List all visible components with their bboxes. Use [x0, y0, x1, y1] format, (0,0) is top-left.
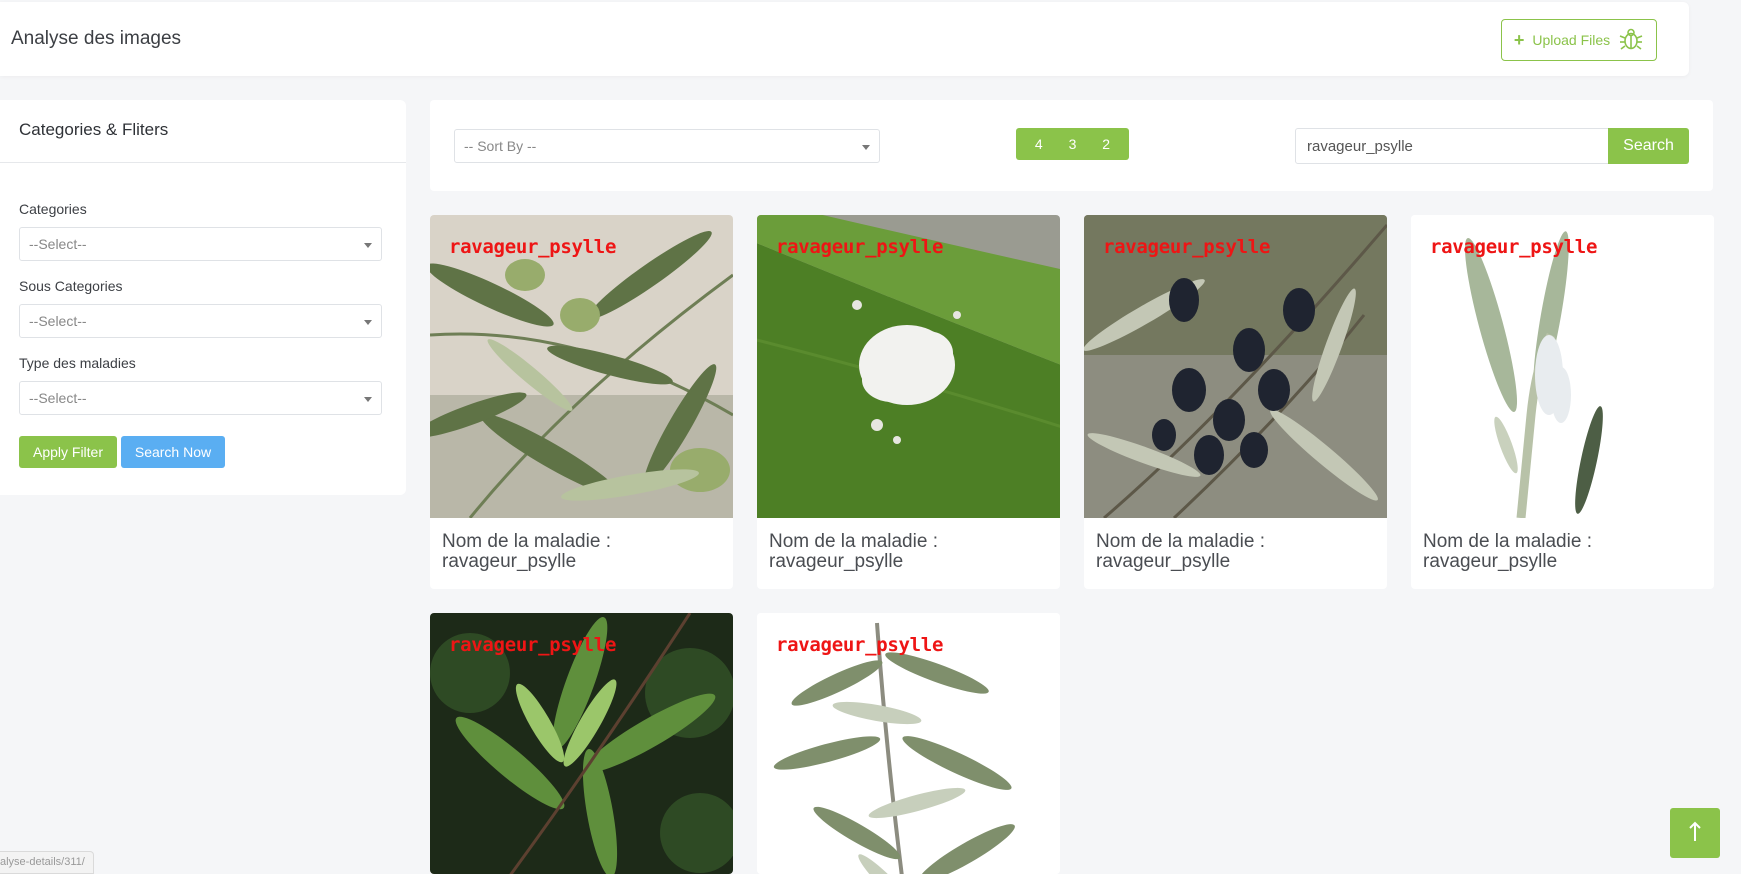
- caption-value: ravageur_psylle: [769, 551, 904, 572]
- type-maladies-select[interactable]: --Select--: [19, 381, 382, 415]
- categories-select-value: --Select--: [29, 236, 87, 252]
- image-card[interactable]: ravageur_psylle Nom de la maladie : rava…: [1084, 215, 1387, 589]
- caret-down-icon: [364, 320, 372, 325]
- results-toolbar: -- Sort By -- 4 3 2 ravageur_psylle Sear…: [430, 100, 1713, 191]
- page-link[interactable]: 4: [1035, 136, 1043, 152]
- image-card[interactable]: ravageur_psylle Nom de la maladie : rava…: [430, 215, 733, 589]
- caption-value: ravageur_psylle: [1096, 551, 1231, 572]
- sous-categories-select[interactable]: --Select--: [19, 304, 382, 338]
- disease-caption: Nom de la maladie : ravageur_psylle: [1096, 532, 1376, 572]
- filters-title: Categories & Fliters: [0, 100, 406, 163]
- page-link[interactable]: 3: [1069, 136, 1077, 152]
- image-card[interactable]: ravageur_psylle Nom de la maladie : rava…: [1411, 215, 1714, 589]
- pagination: 4 3 2: [1016, 128, 1129, 160]
- caption-prefix: Nom de la maladie :: [769, 531, 938, 552]
- plant-image: [430, 215, 733, 518]
- header-bar: Analyse des images + Upload Files: [0, 2, 1689, 76]
- arrow-up-icon: [1688, 820, 1702, 847]
- sous-categories-label: Sous Categories: [19, 278, 123, 294]
- status-url: alyse-details/311/: [0, 851, 94, 874]
- caption-value: ravageur_psylle: [1423, 551, 1558, 572]
- page-title: Analyse des images: [11, 28, 182, 49]
- overlay-label: ravageur_psylle: [1103, 236, 1271, 258]
- upload-files-label: Upload Files: [1532, 32, 1611, 48]
- upload-files-button[interactable]: + Upload Files: [1501, 19, 1657, 61]
- type-maladies-select-value: --Select--: [29, 390, 87, 406]
- sort-by-select[interactable]: -- Sort By --: [454, 129, 880, 163]
- caret-down-icon: [862, 145, 870, 150]
- type-maladies-label: Type des maladies: [19, 355, 136, 371]
- plant-image: [757, 215, 1060, 518]
- plus-icon: +: [1513, 30, 1525, 50]
- disease-caption: Nom de la maladie : ravageur_psylle: [442, 532, 722, 572]
- plant-image: [1084, 215, 1387, 518]
- sous-categories-select-value: --Select--: [29, 313, 87, 329]
- plant-image: [1411, 215, 1714, 518]
- caption-prefix: Nom de la maladie :: [442, 531, 611, 552]
- scroll-to-top-button[interactable]: [1670, 808, 1720, 858]
- disease-caption: Nom de la maladie : ravageur_psylle: [769, 532, 1049, 572]
- overlay-label: ravageur_psylle: [449, 634, 617, 656]
- disease-caption: Nom de la maladie : ravageur_psylle: [1423, 532, 1703, 572]
- caret-down-icon: [364, 243, 372, 248]
- caption-prefix: Nom de la maladie :: [1423, 531, 1592, 552]
- sort-by-value: -- Sort By --: [464, 138, 537, 154]
- image-card[interactable]: ravageur_psylle: [757, 613, 1060, 874]
- search-input[interactable]: ravageur_psylle: [1295, 128, 1609, 164]
- categories-label: Categories: [19, 201, 87, 217]
- overlay-label: ravageur_psylle: [449, 236, 617, 258]
- overlay-label: ravageur_psylle: [776, 634, 944, 656]
- overlay-label: ravageur_psylle: [1430, 236, 1598, 258]
- image-card[interactable]: ravageur_psylle Nom de la maladie : rava…: [757, 215, 1060, 589]
- caption-value: ravageur_psylle: [442, 551, 577, 572]
- overlay-label: ravageur_psylle: [776, 236, 944, 258]
- caret-down-icon: [364, 397, 372, 402]
- filters-panel: Categories & Fliters Categories --Select…: [0, 100, 406, 495]
- apply-filter-button[interactable]: Apply Filter: [19, 436, 117, 468]
- page-link[interactable]: 2: [1102, 136, 1110, 152]
- categories-select[interactable]: --Select--: [19, 227, 382, 261]
- search-now-button[interactable]: Search Now: [121, 436, 225, 468]
- image-card[interactable]: ravageur_psylle: [430, 613, 733, 874]
- search-button[interactable]: Search: [1608, 128, 1689, 164]
- bug-icon: [1618, 26, 1644, 55]
- caption-prefix: Nom de la maladie :: [1096, 531, 1265, 552]
